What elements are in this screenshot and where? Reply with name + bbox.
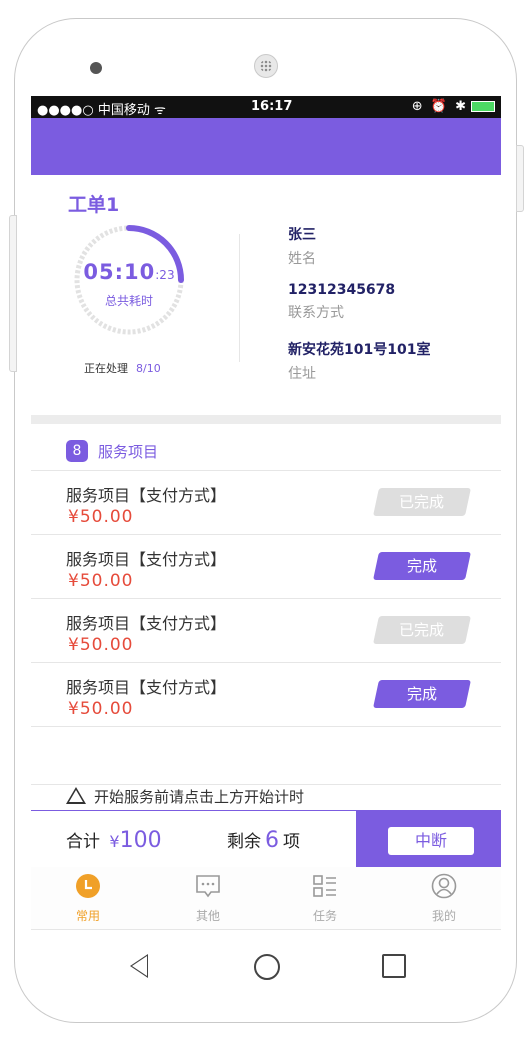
section-divider — [31, 415, 501, 424]
tab-tasks-label: 任务 — [312, 909, 337, 923]
clock: 16:17 — [251, 99, 293, 114]
service-name: 服务项目【支付方式】 — [66, 550, 227, 569]
status-icons: ⊕ ⏰ ✱ — [412, 99, 495, 114]
tab-other[interactable]: 其他 — [168, 867, 248, 924]
home-icon[interactable] — [254, 954, 280, 980]
battery-icon — [471, 101, 495, 112]
total: 合计 ¥100 — [66, 827, 162, 853]
services-badge-icon: 8 — [66, 440, 88, 462]
phone-block: 12312345678 联系方式 — [288, 282, 395, 322]
address-label: 住址 — [288, 366, 316, 382]
service-row: 服务项目【支付方式】 ¥50.00 完成 — [31, 662, 501, 727]
service-status-button[interactable]: 已完成 — [373, 616, 471, 644]
task-list-icon — [313, 875, 336, 897]
timer-main: 05:10 — [83, 260, 156, 284]
remain-count: 6 — [265, 828, 279, 853]
service-list: 服务项目【支付方式】 ¥50.00 已完成 服务项目【支付方式】 ¥50.00 完成 服务项… — [31, 470, 501, 727]
tip-divider — [31, 784, 501, 785]
address: 新安花苑101号101室 — [288, 342, 431, 358]
service-row: 服务项目【支付方式】 ¥50.00 完成 — [31, 534, 501, 598]
user-icon — [431, 873, 457, 899]
tab-bar: 常用 其他 任务 我的 — [31, 867, 501, 930]
power-button — [516, 145, 524, 212]
carrier-label: ●●●●○ 中国移动 ᯤ — [37, 103, 166, 118]
tab-common[interactable]: 常用 — [48, 867, 128, 924]
service-price: ¥50.00 — [68, 571, 134, 591]
status-symbols: ⊕ ⏰ ✱ — [411, 99, 468, 114]
clock-icon — [76, 874, 100, 898]
summary-bar: 合计 ¥100 剩余 6 项 中断 — [31, 810, 501, 868]
tab-other-label: 其他 — [195, 909, 220, 923]
contact-name-block: 张三 姓名 — [288, 224, 316, 268]
service-name: 服务项目【支付方式】 — [66, 486, 227, 505]
speaker-grille — [254, 54, 278, 78]
processing-progress: 正在处理 8/10 — [84, 360, 161, 376]
services-title: 服务项目 — [98, 442, 159, 461]
chat-icon — [196, 875, 220, 898]
service-status-label: 已完成 — [399, 621, 445, 639]
progress-label: 正在处理 — [84, 362, 128, 375]
service-price: ¥50.00 — [68, 699, 134, 719]
address-block: 新安花苑101号101室 住址 — [288, 339, 430, 383]
service-status-button[interactable]: 完成 — [373, 552, 471, 580]
services-header: 8 服务项目 — [66, 440, 158, 462]
tab-common-label: 常用 — [75, 909, 100, 923]
remain-label: 剩余 — [227, 832, 261, 852]
service-name: 服务项目【支付方式】 — [66, 614, 227, 633]
start-tip: 开始服务前请点击上方开始计时 — [66, 786, 304, 807]
recent-apps-icon[interactable] — [382, 954, 406, 978]
service-name: 服务项目【支付方式】 — [66, 678, 227, 697]
service-status-label: 已完成 — [399, 493, 445, 511]
status-bar: ●●●●○ 中国移动 ᯤ 16:17 ⊕ ⏰ ✱ — [31, 96, 501, 118]
service-price: ¥50.00 — [68, 507, 134, 527]
total-label: 合计 — [66, 832, 100, 852]
system-nav-bar — [0, 938, 531, 998]
timer-label: 总共耗时 — [104, 294, 153, 308]
interrupt-button[interactable]: 中断 — [388, 827, 474, 855]
service-row: 服务项目【支付方式】 ¥50.00 已完成 — [31, 470, 501, 534]
service-status-button[interactable]: 完成 — [373, 680, 471, 708]
phone-number[interactable]: 12312345678 — [288, 282, 395, 298]
warning-icon — [66, 787, 86, 804]
info-divider — [239, 234, 240, 362]
total-value: 100 — [119, 828, 162, 853]
tab-mine[interactable]: 我的 — [404, 867, 484, 924]
timer-seconds: :23 — [155, 268, 175, 282]
service-status-button[interactable]: 已完成 — [373, 488, 471, 516]
back-icon[interactable] — [130, 954, 148, 978]
contact-name: 张三 — [288, 227, 316, 243]
interrupt-area: 中断 — [356, 811, 501, 868]
app-header — [31, 118, 501, 175]
tab-tasks[interactable]: 任务 — [285, 867, 365, 924]
contact-name-label: 姓名 — [288, 251, 316, 267]
service-status-label: 完成 — [406, 557, 437, 575]
total-amount: ¥100 — [109, 828, 161, 853]
tab-mine-label: 我的 — [431, 909, 456, 923]
volume-button — [9, 215, 17, 372]
service-row: 服务项目【支付方式】 ¥50.00 已完成 — [31, 598, 501, 662]
currency-symbol: ¥ — [109, 832, 120, 851]
service-status-label: 完成 — [406, 685, 437, 703]
timer-readout: 05:10:23 — [69, 260, 189, 284]
front-camera — [90, 62, 102, 74]
order-title: 工单1 — [68, 194, 120, 216]
service-price: ¥50.00 — [68, 635, 134, 655]
phone-label: 联系方式 — [288, 305, 344, 321]
remaining: 剩余 6 项 — [227, 827, 300, 853]
tip-text: 开始服务前请点击上方开始计时 — [94, 788, 305, 806]
progress-count: 8/10 — [136, 362, 161, 375]
app-screen: ●●●●○ 中国移动 ᯤ 16:17 ⊕ ⏰ ✱ 工单1 05:10:23 总共… — [31, 96, 501, 930]
remain-unit: 项 — [283, 832, 300, 852]
